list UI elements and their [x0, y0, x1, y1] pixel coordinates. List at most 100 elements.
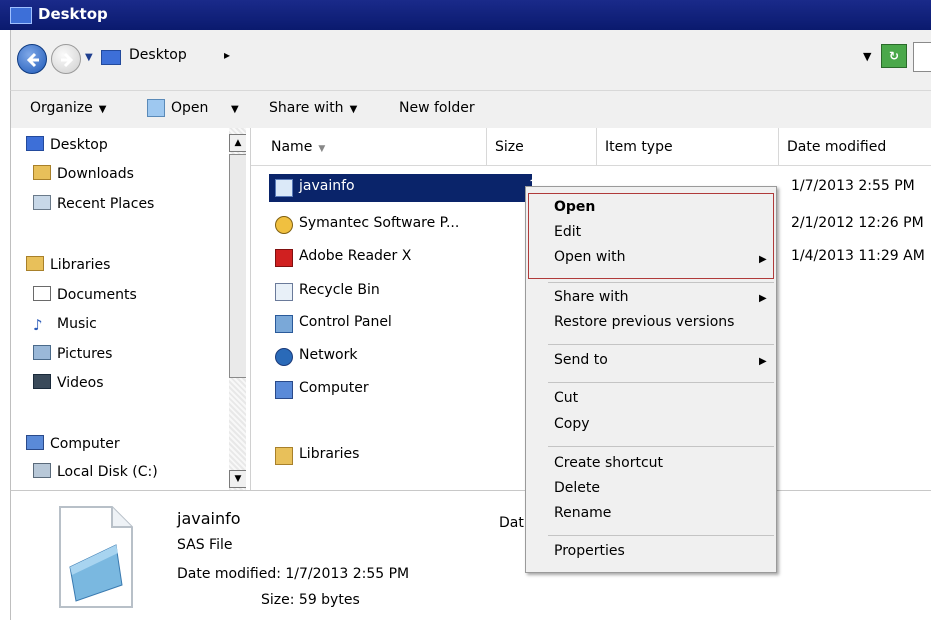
videos-icon	[33, 374, 51, 389]
details-date-created-label: Dat	[499, 515, 524, 531]
share-with-label: Share with	[269, 100, 344, 116]
recycle-bin-icon	[275, 283, 293, 301]
desktop-icon	[10, 7, 32, 24]
back-arrow-icon	[26, 52, 39, 68]
window-title: Desktop	[38, 5, 108, 23]
open-dropdown-icon[interactable]: ▼	[231, 104, 239, 115]
nav-item-label: Pictures	[57, 346, 113, 362]
nav-item-label: Computer	[50, 436, 120, 452]
file-date: 1/4/2013 11:29 AM	[791, 248, 925, 264]
documents-icon	[33, 286, 51, 301]
computer-icon	[26, 435, 44, 450]
back-button[interactable]	[17, 44, 47, 74]
nav-item-computer[interactable]: Computer	[26, 435, 120, 457]
column-header-date-modified[interactable]: Date modified	[779, 128, 931, 166]
nav-item-label: Downloads	[57, 166, 134, 182]
menu-item-open-with[interactable]: Open with	[554, 249, 626, 265]
forward-button[interactable]	[51, 44, 81, 74]
scroll-up-button[interactable]: ▲	[229, 134, 246, 152]
chevron-down-icon: ▼	[349, 104, 358, 115]
menu-item-delete[interactable]: Delete	[554, 480, 600, 496]
title-bar: Desktop	[0, 0, 931, 30]
details-date-modified: Date modified: 1/7/2013 2:55 PM	[177, 566, 410, 582]
nav-item-music[interactable]: ♪ Music	[33, 316, 97, 338]
file-name: javainfo	[299, 178, 355, 194]
scroll-down-button[interactable]: ▼	[229, 470, 246, 488]
address-path[interactable]: Desktop	[129, 47, 187, 63]
column-header-item-type[interactable]: Item type	[597, 128, 779, 166]
nav-scrollbar[interactable]: ▲ ▼	[229, 128, 246, 490]
sas-file-icon	[275, 179, 293, 197]
scroll-thumb[interactable]	[229, 154, 246, 378]
menu-item-open[interactable]: Open	[554, 199, 595, 215]
file-name: Libraries	[299, 446, 360, 462]
recent-pages-chevron-icon[interactable]: ▼	[85, 52, 93, 63]
menu-item-rename[interactable]: Rename	[554, 505, 611, 521]
nav-item-downloads[interactable]: Downloads	[33, 165, 134, 187]
menu-item-restore-previous-versions[interactable]: Restore previous versions	[554, 314, 734, 330]
nav-item-documents[interactable]: Documents	[33, 286, 137, 308]
menu-separator	[548, 382, 774, 383]
symantec-icon	[275, 216, 293, 234]
organize-label: Organize	[30, 100, 93, 116]
desktop-icon	[26, 136, 44, 151]
details-size: Size: 59 bytes	[261, 592, 360, 608]
forward-arrow-icon	[61, 52, 74, 68]
nav-item-label: Recent Places	[57, 196, 155, 212]
menu-separator	[548, 535, 774, 536]
menu-item-cut[interactable]: Cut	[554, 390, 578, 406]
open-icon	[147, 99, 165, 117]
file-date: 2/1/2012 12:26 PM	[791, 215, 924, 231]
computer-icon	[275, 381, 293, 399]
new-folder-button[interactable]: New folder	[399, 100, 475, 116]
nav-item-label: Desktop	[50, 137, 108, 153]
submenu-arrow-icon: ▶	[759, 293, 767, 304]
adobe-reader-icon	[275, 249, 293, 267]
libraries-icon	[275, 447, 293, 465]
address-bar: ▼ Desktop ▸ ▼ ↻	[10, 30, 931, 90]
open-button[interactable]: Open	[171, 100, 208, 116]
column-header-name[interactable]: Name ▼	[263, 128, 487, 166]
nav-item-label: Documents	[57, 287, 137, 303]
share-with-button[interactable]: Share with ▼	[269, 100, 357, 116]
column-header-size[interactable]: Size	[487, 128, 597, 166]
refresh-icon: ↻	[888, 49, 900, 63]
address-dropdown-icon[interactable]: ▼	[863, 50, 871, 63]
breadcrumb-chevron-icon[interactable]: ▸	[224, 48, 230, 62]
command-bar: Organize ▼ Open ▼ Share with ▼ New folder	[10, 90, 931, 128]
menu-item-share-with[interactable]: Share with	[554, 289, 629, 305]
nav-item-local-disk[interactable]: Local Disk (C:)	[33, 463, 158, 485]
menu-item-edit[interactable]: Edit	[554, 224, 581, 240]
menu-item-properties[interactable]: Properties	[554, 543, 625, 559]
notepad-file-icon	[59, 506, 133, 608]
file-name: Adobe Reader X	[299, 248, 412, 264]
context-menu: Open Edit Open with ▶ Share with ▶ Resto…	[525, 186, 777, 573]
details-pane: javainfo SAS File Date modified: 1/7/201…	[10, 490, 931, 620]
nav-item-label: Videos	[57, 375, 104, 391]
file-name: Control Panel	[299, 314, 392, 330]
column-label: Name	[271, 139, 313, 155]
menu-item-create-shortcut[interactable]: Create shortcut	[554, 455, 663, 471]
refresh-button[interactable]: ↻	[881, 44, 907, 68]
desktop-folder-icon	[101, 50, 121, 65]
local-disk-icon	[33, 463, 51, 478]
file-date: 1/7/2013 2:55 PM	[791, 178, 915, 194]
libraries-icon	[26, 256, 44, 271]
menu-separator	[548, 446, 774, 447]
nav-item-label: Libraries	[50, 257, 111, 273]
organize-menu-button[interactable]: Organize ▼	[30, 100, 106, 116]
nav-item-recent-places[interactable]: Recent Places	[33, 195, 154, 217]
menu-item-send-to[interactable]: Send to	[554, 352, 608, 368]
menu-separator	[548, 282, 774, 283]
menu-item-copy[interactable]: Copy	[554, 416, 590, 432]
search-input[interactable]	[913, 42, 931, 72]
nav-item-videos[interactable]: Videos	[33, 374, 104, 396]
nav-item-desktop[interactable]: Desktop	[26, 136, 108, 158]
control-panel-icon	[275, 315, 293, 333]
nav-item-libraries[interactable]: Libraries	[26, 256, 110, 278]
downloads-folder-icon	[33, 165, 51, 180]
column-headers: Name ▼ Size Item type Date modified	[251, 128, 931, 166]
details-file-type: SAS File	[177, 537, 233, 553]
nav-item-pictures[interactable]: Pictures	[33, 345, 112, 367]
network-icon	[275, 348, 293, 366]
